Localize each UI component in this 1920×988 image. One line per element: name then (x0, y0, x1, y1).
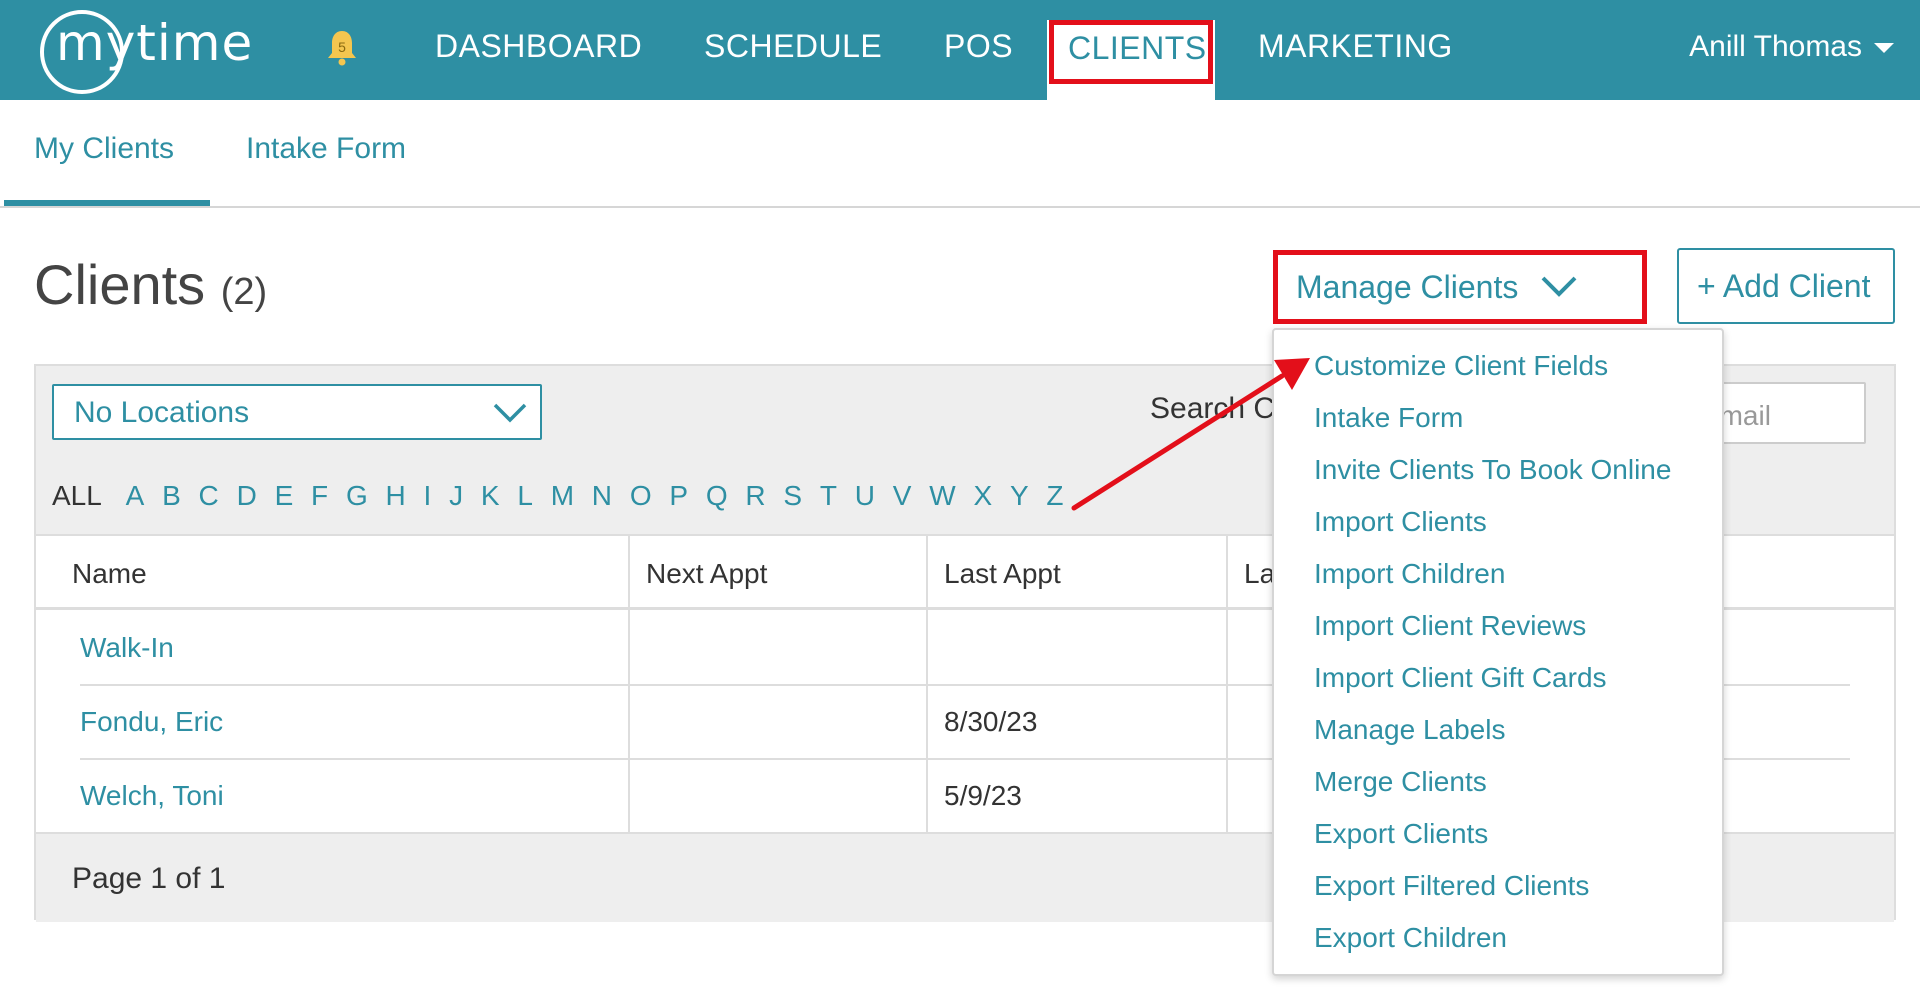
client-name-link[interactable]: Fondu, Eric (80, 706, 223, 738)
alpha-letter[interactable]: J (449, 480, 463, 512)
alpha-letter[interactable]: C (199, 480, 219, 512)
alpha-all[interactable]: ALL (52, 480, 102, 512)
alpha-letter[interactable]: N (592, 480, 612, 512)
alpha-letter[interactable]: E (275, 480, 294, 512)
alpha-letter[interactable]: X (973, 480, 992, 512)
search-label: Search C (1150, 392, 1276, 425)
menu-item-import-clients[interactable]: Import Clients (1314, 506, 1487, 538)
chevron-down-icon (493, 403, 527, 423)
alpha-letter[interactable]: Q (706, 480, 728, 512)
last-appt-cell: 5/9/23 (944, 780, 1022, 811)
column-divider (926, 610, 928, 832)
column-header-next-appt[interactable]: Next Appt (646, 558, 767, 590)
column-divider (1226, 610, 1228, 832)
active-tab-indicator (4, 200, 210, 206)
nav-marketing[interactable]: MARKETING (1258, 28, 1453, 65)
alpha-letter[interactable]: D (237, 480, 257, 512)
user-name: Anill Thomas (1689, 30, 1862, 63)
tab-intake-form[interactable]: Intake Form (246, 132, 406, 166)
nav-clients[interactable]: CLIENTS (1068, 30, 1207, 67)
column-header-last-appt[interactable]: Last Appt (944, 558, 1061, 590)
menu-item-export-filtered-clients[interactable]: Export Filtered Clients (1314, 870, 1589, 902)
alpha-letter[interactable]: H (386, 480, 406, 512)
alpha-letter[interactable]: A (126, 480, 145, 512)
location-value: No Locations (74, 396, 250, 429)
alpha-letter[interactable]: F (311, 480, 328, 512)
alpha-letter[interactable]: L (517, 480, 533, 512)
alpha-letter[interactable]: Y (1010, 480, 1029, 512)
menu-item-invite-clients[interactable]: Invite Clients To Book Online (1314, 454, 1671, 486)
last-appt-cell: 8/30/23 (944, 706, 1038, 737)
manage-clients-label: Manage Clients (1296, 269, 1519, 305)
manage-clients-menu: Customize Client Fields Intake Form Invi… (1272, 328, 1724, 976)
logo-text: mytime (56, 14, 254, 72)
column-divider (628, 536, 630, 612)
tab-my-clients[interactable]: My Clients (34, 132, 174, 166)
location-select[interactable]: No Locations (52, 384, 542, 440)
menu-item-export-clients[interactable]: Export Clients (1314, 818, 1488, 850)
user-menu[interactable]: Anill Thomas (1689, 30, 1894, 64)
alpha-letter[interactable]: I (424, 480, 432, 512)
column-header-truncated[interactable]: La (1244, 558, 1275, 590)
menu-item-import-gift-cards[interactable]: Import Client Gift Cards (1314, 662, 1607, 694)
page-title: Clients (2) (34, 252, 267, 317)
menu-item-customize-client-fields[interactable]: Customize Client Fields (1314, 350, 1608, 382)
alphabet-filter: ALL A B C D E F G H I J K L M N O P Q R … (52, 480, 1074, 512)
menu-item-import-client-reviews[interactable]: Import Client Reviews (1314, 610, 1586, 642)
column-divider (926, 536, 928, 612)
column-divider (628, 610, 630, 832)
alpha-letter[interactable]: S (783, 480, 802, 512)
alpha-letter[interactable]: Z (1046, 480, 1063, 512)
sub-tabs: My Clients Intake Form (0, 100, 1920, 208)
alpha-letter[interactable]: W (929, 480, 955, 512)
alpha-letter[interactable]: O (630, 480, 652, 512)
column-divider (1226, 536, 1228, 612)
client-name-link[interactable]: Walk-In (80, 632, 174, 664)
alpha-letter[interactable]: G (346, 480, 368, 512)
bell-count: 5 (338, 39, 346, 55)
bell-icon[interactable]: 5 (326, 28, 358, 66)
nav-dashboard[interactable]: DASHBOARD (435, 28, 642, 65)
menu-item-intake-form[interactable]: Intake Form (1314, 402, 1463, 434)
manage-clients-button[interactable]: Manage Clients (1273, 250, 1647, 324)
menu-item-import-children[interactable]: Import Children (1314, 558, 1505, 590)
menu-item-merge-clients[interactable]: Merge Clients (1314, 766, 1487, 798)
add-client-button[interactable]: + Add Client (1677, 248, 1895, 324)
alpha-letter[interactable]: B (162, 480, 181, 512)
alpha-letter[interactable]: R (745, 480, 765, 512)
alpha-letter[interactable]: K (481, 480, 500, 512)
caret-down-icon (1874, 43, 1894, 54)
alpha-letter[interactable]: M (551, 480, 574, 512)
alpha-letter[interactable]: V (893, 480, 912, 512)
column-header-name[interactable]: Name (72, 558, 147, 590)
menu-item-manage-labels[interactable]: Manage Labels (1314, 714, 1505, 746)
add-client-label: + Add Client (1697, 268, 1871, 304)
alpha-letter[interactable]: T (820, 480, 837, 512)
menu-item-export-children[interactable]: Export Children (1314, 922, 1507, 954)
page-title-text: Clients (34, 253, 206, 316)
alpha-letter[interactable]: P (669, 480, 688, 512)
nav-pos[interactable]: POS (944, 28, 1013, 65)
top-navbar: mytime 5 DASHBOARD SCHEDULE POS CLIENTS … (0, 0, 1920, 100)
client-count: (2) (220, 271, 268, 313)
pagination-text: Page 1 of 1 (72, 862, 226, 895)
nav-schedule[interactable]: SCHEDULE (704, 28, 882, 65)
client-name-link[interactable]: Welch, Toni (80, 780, 224, 812)
chevron-down-icon (1541, 276, 1577, 297)
alpha-letter[interactable]: U (855, 480, 875, 512)
